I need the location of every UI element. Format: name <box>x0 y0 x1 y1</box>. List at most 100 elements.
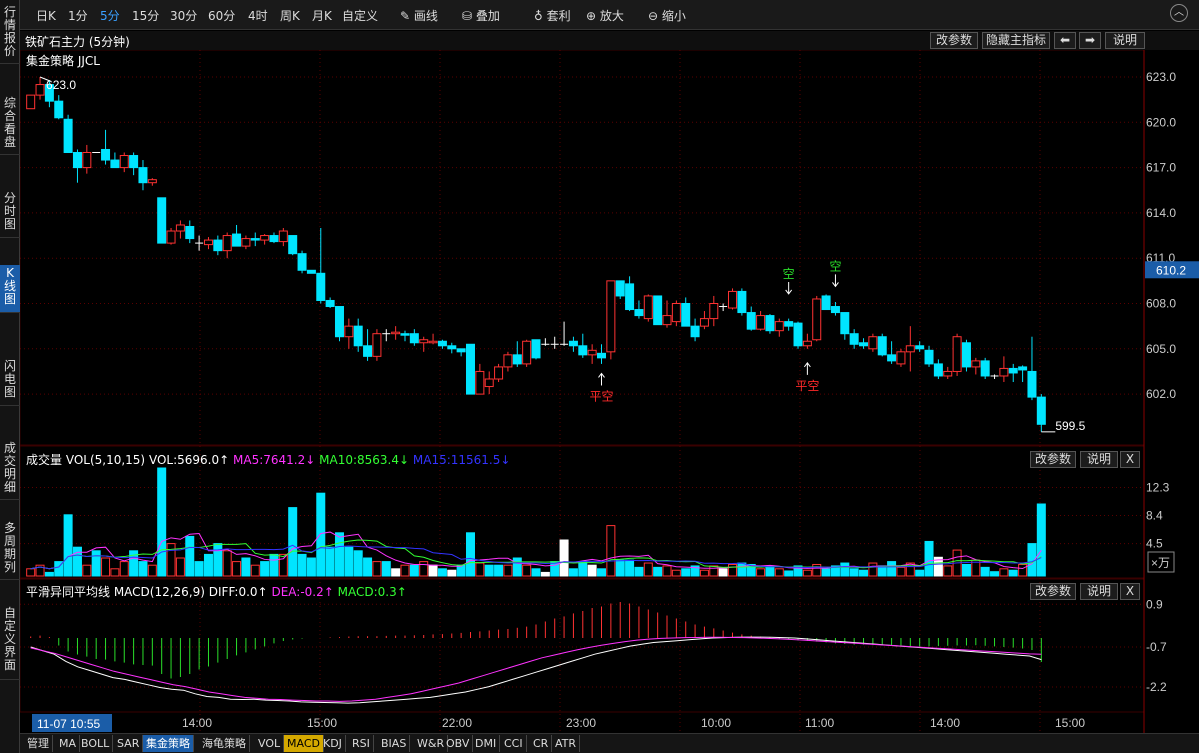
low-price-label: 599.5 <box>1055 419 1085 433</box>
nav-char: 图 <box>3 292 16 306</box>
period-tab-7[interactable]: 周K <box>280 7 300 24</box>
indicator-tab-15[interactable]: CR <box>530 735 553 752</box>
volume-bar <box>306 557 316 577</box>
nav-item-2[interactable]: 分时图 <box>0 190 20 238</box>
overlay-tool[interactable]: ⛁ 叠加 <box>462 7 500 24</box>
candle-body <box>344 325 354 338</box>
candle-body <box>241 238 251 247</box>
zoom-in-tool[interactable]: ⊕ 放大 <box>586 7 624 24</box>
volume-bar <box>737 562 747 577</box>
volume-unit-label: ×万 <box>1151 556 1170 570</box>
arrow-right-icon[interactable]: ➡ <box>1079 32 1101 49</box>
signal-label: 空 <box>829 259 841 273</box>
candle-body <box>222 235 232 252</box>
indicator-tab-6[interactable]: VOL <box>255 735 285 752</box>
volume-bar <box>447 569 457 577</box>
candle-body <box>615 280 625 297</box>
strategy-label: 集金策略 JJCL <box>26 54 100 68</box>
candle-body <box>503 354 513 368</box>
indicator-tab-14[interactable]: CCI <box>501 735 527 752</box>
candle-body <box>110 159 120 169</box>
draw-tool[interactable]: ✎ 画线 <box>400 7 438 24</box>
indicator-tab-0[interactable]: 管理 <box>24 735 53 752</box>
nav-item-3[interactable]: K线图 <box>0 265 20 313</box>
candle-body <box>465 343 475 395</box>
indicator-tab-16[interactable]: ATR <box>552 735 581 752</box>
period-tab-9[interactable]: 自定义 <box>342 7 378 24</box>
nav-item-0[interactable]: 行情报价 <box>0 4 20 64</box>
period-tab-2[interactable]: 5分 <box>100 7 120 24</box>
macd-change-params-button[interactable]: 改参数 <box>1030 583 1076 600</box>
candle-body <box>896 351 906 365</box>
volume-bar <box>643 562 653 577</box>
indicator-tab-9[interactable]: RSI <box>349 735 374 752</box>
period-tab-6[interactable]: 4时 <box>248 7 268 24</box>
explain-button[interactable]: 说明 <box>1105 32 1145 49</box>
indicator-tab-13[interactable]: DMI <box>472 735 501 752</box>
period-tab-0[interactable]: 日K <box>36 7 56 24</box>
indicator-tab-8[interactable]: KDJ <box>320 735 346 752</box>
volume-bar <box>821 568 831 577</box>
volume-explain-button[interactable]: 说明 <box>1080 451 1118 468</box>
nav-item-5[interactable]: 成交明细 <box>0 440 20 500</box>
volume-close-icon[interactable]: X <box>1120 451 1140 468</box>
price-tick-label: 602.0 <box>1146 387 1176 401</box>
indicator-tab-3[interactable]: SAR <box>114 735 144 752</box>
volume-bar <box>484 564 494 577</box>
candle-body <box>774 321 784 332</box>
period-tab-4[interactable]: 30分 <box>170 7 197 24</box>
volume-bar <box>671 569 681 577</box>
price-tick-label: 605.0 <box>1146 342 1176 356</box>
candle-body <box>409 333 419 344</box>
candle-body <box>250 238 260 241</box>
volume-bar <box>353 550 363 577</box>
indicator-tab-2[interactable]: BOLL <box>78 735 114 752</box>
hide-main-indicator-button[interactable]: 隐藏主指标 <box>982 32 1050 49</box>
candle-body <box>802 340 812 347</box>
period-tab-8[interactable]: 月K <box>312 7 332 24</box>
change-params-button[interactable]: 改参数 <box>930 32 978 49</box>
period-tab-1[interactable]: 1分 <box>68 7 88 24</box>
candle-body <box>278 230 288 243</box>
chevron-up-icon[interactable]: ︿ <box>1170 4 1188 22</box>
zoom-out-icon: ⊖ <box>648 9 659 23</box>
period-tab-5[interactable]: 60分 <box>208 7 235 24</box>
candle-body <box>437 340 447 347</box>
nav-item-4[interactable]: 闪电图 <box>0 358 20 406</box>
candle-body <box>35 84 45 96</box>
indicator-tab-5[interactable]: 海龟策略 <box>199 735 250 752</box>
candle-body <box>363 345 373 357</box>
chart-area[interactable]: 623.0620.0617.0614.0611.0608.0605.0602.0… <box>20 50 1199 753</box>
candle-body <box>185 225 195 240</box>
trading-app: 行情报价综合看盘分时图 K线图闪电图成交明细多周期列自定义界面 日K 1分 5分 15分… <box>0 0 1199 753</box>
indicator-tab-4[interactable]: 集金策略 <box>143 735 194 752</box>
candle-body <box>568 340 578 347</box>
volume-bar <box>662 565 672 577</box>
nav-char: 面 <box>3 658 16 672</box>
arrow-left-icon[interactable]: ⬅ <box>1054 32 1076 49</box>
indicator-tab-7[interactable]: MACD <box>284 735 324 752</box>
nav-item-6[interactable]: 多周期列 <box>0 520 20 580</box>
macd-close-icon[interactable]: X <box>1120 583 1140 600</box>
indicator-tab-1[interactable]: MA <box>56 735 81 752</box>
nav-char: 盘 <box>3 135 16 149</box>
nav-item-1[interactable]: 综合看盘 <box>0 95 20 155</box>
vol-ma5: MA5:7641.2↓ <box>233 453 316 467</box>
volume-bar <box>597 568 607 577</box>
indicator-tab-10[interactable]: BIAS <box>378 735 411 752</box>
instrument-title: 铁矿石主力 (5分钟) <box>25 35 130 49</box>
arbitrage-tool[interactable]: ♁ 套利 <box>534 7 571 24</box>
period-tab-3[interactable]: 15分 <box>132 7 159 24</box>
volume-bar <box>699 569 709 577</box>
volume-bar <box>503 564 513 577</box>
zoom-out-tool[interactable]: ⊖ 缩小 <box>648 7 686 24</box>
indicator-tab-12[interactable]: OBV <box>443 735 474 752</box>
volume-bar <box>681 568 691 577</box>
nav-item-7[interactable]: 自定义界面 <box>0 605 20 680</box>
volume-title: 成交量 VOL(5,10,15) VOL:5696.0↑ MA5:7641.2↓… <box>26 451 510 468</box>
volume-bar <box>82 564 92 577</box>
volume-change-params-button[interactable]: 改参数 <box>1030 451 1076 468</box>
macd-explain-button[interactable]: 说明 <box>1080 583 1118 600</box>
main-panel-frame <box>20 50 1145 446</box>
candle-body <box>643 295 653 320</box>
